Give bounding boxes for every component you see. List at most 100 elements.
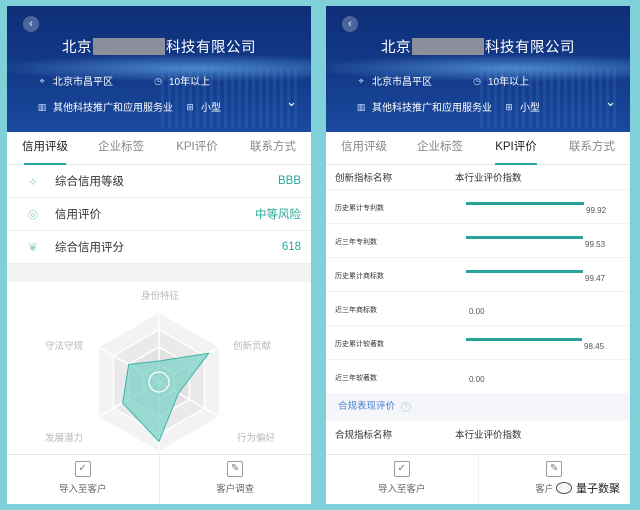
kpi-name: 历史累计软著数 [335, 341, 384, 348]
column-header: 本行业评价指数 [455, 173, 522, 184]
location-icon: ⌖ [39, 75, 45, 86]
kpi-screen: ‹ 北京 科技有限公司 ⌖ 北京市昌平区 ◷ 10年以上 ▥ 其他科技推广和应用服务业 … [326, 6, 630, 504]
import-label: 导入至客户 [377, 484, 426, 495]
size-text: 小型 [201, 103, 221, 114]
kpi-name: 历史累计专利数 [335, 205, 384, 212]
company-info-row: ⌖ 北京市昌平区 ◷ 10年以上 [356, 73, 530, 89]
column-header: 本行业评价指数 [455, 430, 522, 441]
kpi-value: 0.00 [469, 307, 485, 316]
kpi-value: 99.53 [585, 240, 606, 249]
company-suffix: 科技有限公司 [485, 40, 575, 56]
import-icon: ✓ [74, 461, 91, 477]
section-title: 合规表现评价 [338, 401, 396, 412]
axis-label: 行为偏好 [237, 433, 276, 444]
clock-icon: ◷ [473, 75, 481, 86]
kpi-value: 0.00 [469, 375, 485, 384]
axis-label: 发展潜力 [45, 433, 84, 444]
axis-label: 创新贡献 [233, 341, 272, 352]
industry-icon: ▥ [37, 101, 47, 112]
company-suffix: 科技有限公司 [166, 40, 256, 56]
tab-credit-rating[interactable]: 信用评级 [326, 132, 402, 164]
tab-bar: 信用评级 企业标签 KPI评价 联系方式 [7, 132, 311, 165]
kpi-name: 近三年软著数 [335, 375, 377, 382]
kpi-bar [466, 338, 582, 341]
axis-label: 守法守规 [45, 341, 84, 352]
survey-icon: ✎ [227, 461, 244, 477]
credit-label: 综合信用评分 [55, 242, 124, 254]
tab-contact[interactable]: 联系方式 [235, 132, 311, 164]
industry-text: 其他科技推广和应用服务业 [372, 103, 492, 114]
industry-icon: ▥ [356, 101, 366, 112]
company-prefix: 北京 [62, 40, 92, 56]
kpi-value: 99.92 [586, 206, 607, 215]
tab-company-tags[interactable]: 企业标签 [83, 132, 159, 164]
credit-label: 信用评价 [55, 209, 101, 221]
kpi-bar [466, 202, 584, 205]
company-header: ‹ 北京 科技有限公司 ⌖ 北京市昌平区 ◷ 10年以上 ▥ 其他科技推广和应用服务业 … [7, 6, 311, 132]
survey-label: 客户调查 [216, 484, 255, 495]
credit-value: BBB [277, 175, 301, 187]
size-text: 小型 [520, 103, 540, 114]
list-item[interactable]: ❦ 综合信用评分 618 [7, 231, 311, 264]
location-icon: ⌖ [358, 75, 364, 86]
watermark-text: 量子数聚 [576, 483, 620, 495]
company-info-row-2: ▥ 其他科技推广和应用服务业 ⊞ 小型 [356, 99, 540, 115]
years-text: 10年以上 [169, 77, 211, 88]
years-text: 10年以上 [488, 77, 530, 88]
credit-rating-screen: ‹ 北京 科技有限公司 ⌖ 北京市昌平区 ◷ 10年以上 ▥ 其他科技推广和应用服务业 … [7, 6, 311, 504]
column-header: 合规指标名称 [335, 430, 393, 441]
table-row: 近三年专利数 99.53 [326, 223, 630, 257]
back-icon[interactable]: ‹ [23, 16, 39, 32]
tab-kpi[interactable]: KPI评价 [159, 132, 235, 164]
list-item[interactable]: ⟡ 综合信用等级 BBB [7, 165, 311, 198]
compliance-table-header: 合规指标名称 本行业评价指数 [326, 421, 630, 447]
credit-label: 综合信用等级 [55, 176, 124, 188]
table-row: 近三年商标数 0.00 [326, 291, 630, 325]
radar-chart: 身份特征 创新贡献 行为偏好 发展潜力 守法守规 [7, 282, 311, 470]
help-icon[interactable]: ? [401, 402, 412, 412]
survey-button[interactable]: ✎ 客户调查 [158, 455, 312, 504]
redacted-block [412, 38, 484, 55]
kpi-value: 99.47 [585, 274, 606, 283]
compliance-section-label[interactable]: 合规表现评价 ? [326, 393, 630, 421]
tab-contact[interactable]: 联系方式 [554, 132, 630, 164]
location-text: 北京市昌平区 [53, 77, 113, 88]
credit-value: 618 [281, 241, 301, 253]
tab-company-tags[interactable]: 企业标签 [402, 132, 478, 164]
size-icon: ⊞ [186, 101, 194, 112]
credit-list: ⟡ 综合信用等级 BBB ◎ 信用评价 中等风险 ❦ 综合信用评分 618 [7, 165, 311, 264]
table-row: 历史累计商标数 99.47 [326, 257, 630, 291]
import-button[interactable]: ✓ 导入至客户 [7, 455, 159, 504]
chevron-down-icon[interactable]: ⌄ [286, 94, 297, 110]
score-icon: ❦ [27, 240, 39, 254]
clock-icon: ◷ [154, 75, 162, 86]
kpi-name: 历史累计商标数 [335, 273, 384, 280]
kpi-table-header: 创新指标名称 本行业评价指数 [326, 165, 630, 189]
industry-text: 其他科技推广和应用服务业 [53, 103, 173, 114]
tab-kpi[interactable]: KPI评价 [478, 132, 554, 165]
kpi-bar [466, 270, 583, 273]
kpi-table: 历史累计专利数 99.92 近三年专利数 99.53 历史累计商标数 99.47 近三年商标… [326, 189, 630, 393]
evaluation-icon: ◎ [27, 207, 39, 221]
section-divider [7, 264, 311, 282]
kpi-value: 98.45 [584, 342, 605, 351]
import-icon: ✓ [393, 461, 410, 477]
back-icon[interactable]: ‹ [342, 16, 358, 32]
kpi-name: 近三年专利数 [335, 239, 377, 246]
table-row: 近三年软著数 0.00 [326, 359, 630, 393]
column-header: 创新指标名称 [335, 173, 393, 184]
import-button[interactable]: ✓ 导入至客户 [326, 455, 478, 504]
table-row: 历史累计软著数 98.45 [326, 325, 630, 359]
tab-credit-rating[interactable]: 信用评级 [7, 132, 83, 165]
list-item[interactable]: ◎ 信用评价 中等风险 [7, 198, 311, 231]
company-name: 北京 科技有限公司 [7, 36, 311, 57]
import-label: 导入至客户 [58, 484, 107, 495]
bottom-action-bar: ✓ 导入至客户 ✎ 客户调查 [7, 454, 311, 504]
kpi-bar [466, 236, 583, 239]
size-icon: ⊞ [505, 101, 513, 112]
rating-level-icon: ⟡ [29, 174, 37, 188]
company-header: ‹ 北京 科技有限公司 ⌖ 北京市昌平区 ◷ 10年以上 ▥ 其他科技推广和应用服务业 … [326, 6, 630, 132]
chevron-down-icon[interactable]: ⌄ [605, 94, 616, 110]
table-row: 历史累计专利数 99.92 [326, 189, 630, 223]
location-text: 北京市昌平区 [372, 77, 432, 88]
